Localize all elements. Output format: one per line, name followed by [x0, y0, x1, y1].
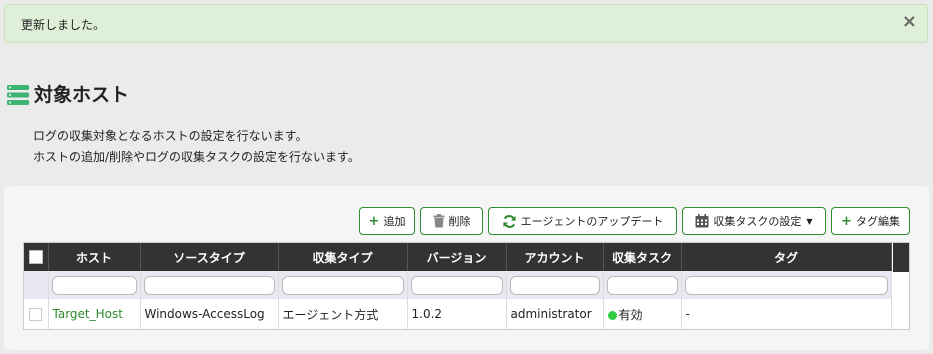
task-status-label: 有効: [618, 307, 643, 322]
filter-cell-source-type: [140, 271, 279, 299]
calendar-icon: [695, 214, 709, 228]
filter-cell-collection-type: [278, 271, 408, 299]
success-alert: 更新しました。 ×: [4, 4, 928, 43]
edit-tags-button-label: タグ編集: [855, 215, 900, 228]
column-header-task[interactable]: 収集タスク: [603, 243, 682, 271]
column-header-collection-type[interactable]: 収集タイプ: [278, 243, 408, 271]
cell-task-status: 有効: [603, 299, 682, 329]
filter-cell-host: [48, 271, 141, 299]
select-all-checkbox[interactable]: [28, 250, 43, 265]
status-dot-icon: [607, 310, 617, 320]
row-checkbox[interactable]: [29, 308, 43, 321]
close-icon[interactable]: ×: [902, 12, 917, 32]
host-link[interactable]: Target_Host: [53, 307, 123, 321]
row-select-cell: [24, 299, 49, 329]
plus-icon: +: [841, 213, 852, 229]
filter-cell-empty: [24, 271, 49, 299]
plus-icon: +: [368, 213, 380, 229]
select-all-header: [24, 243, 49, 271]
update-agent-button[interactable]: エージェントのアップデート: [488, 207, 677, 235]
column-header-source-type[interactable]: ソースタイプ: [140, 243, 279, 271]
page-description-line1: ログの収集対象となるホストの設定を行ないます。: [33, 129, 308, 143]
cell-account: administrator: [506, 299, 604, 329]
filter-input-collection-type[interactable]: [281, 275, 404, 295]
filter-input-tag[interactable]: [684, 275, 888, 295]
column-header-tag[interactable]: タグ: [681, 243, 892, 271]
cell-tag: -: [681, 299, 892, 329]
filter-row: [24, 271, 892, 299]
filter-cell-version: [407, 271, 507, 299]
server-list-icon: [7, 85, 29, 105]
filter-cell-account: [506, 271, 604, 299]
filter-input-task[interactable]: [606, 275, 678, 295]
update-agent-button-label: エージェントのアップデート: [520, 215, 664, 228]
task-settings-button-label: 収集タスクの設定: [713, 215, 802, 228]
table-row[interactable]: Target_Host Windows-AccessLog エージェント方式 1…: [24, 299, 892, 329]
filter-cell-tag: [681, 271, 892, 299]
trash-icon: [433, 214, 445, 228]
add-button-label: 追加: [383, 215, 406, 228]
cell-version: 1.0.2: [407, 299, 507, 329]
filter-cell-task: [603, 271, 682, 299]
page-description-line2: ホストの追加/削除やログの収集タスクの設定を行ないます。: [33, 150, 360, 164]
filter-input-host[interactable]: [51, 275, 137, 295]
cell-collection-type: エージェント方式: [278, 299, 408, 329]
filter-input-source-type[interactable]: [143, 275, 275, 295]
delete-button[interactable]: 削除: [420, 207, 483, 235]
alert-message: 更新しました。: [21, 18, 106, 32]
page-title: 対象ホスト: [34, 84, 130, 106]
column-header-account[interactable]: アカウント: [506, 243, 604, 271]
filter-input-version[interactable]: [410, 275, 503, 295]
edit-tags-button[interactable]: + タグ編集: [831, 207, 910, 235]
refresh-icon: [502, 214, 517, 229]
task-settings-dropdown-button[interactable]: 収集タスクの設定 ▼: [682, 207, 826, 235]
cell-source-type: Windows-AccessLog: [140, 299, 279, 329]
cell-host: Target_Host: [48, 299, 141, 329]
delete-button-label: 削除: [448, 215, 471, 228]
column-header-host[interactable]: ホスト: [48, 243, 141, 271]
host-table: ホスト ソースタイプ 収集タイプ バージョン アカウント 収集タスク タグ Ta…: [23, 242, 910, 330]
add-button[interactable]: + 追加: [359, 207, 415, 235]
column-header-version[interactable]: バージョン: [407, 243, 507, 271]
caret-down-icon: ▼: [806, 216, 813, 226]
filter-input-account[interactable]: [509, 275, 600, 295]
table-scrollbar-header: [893, 243, 909, 272]
